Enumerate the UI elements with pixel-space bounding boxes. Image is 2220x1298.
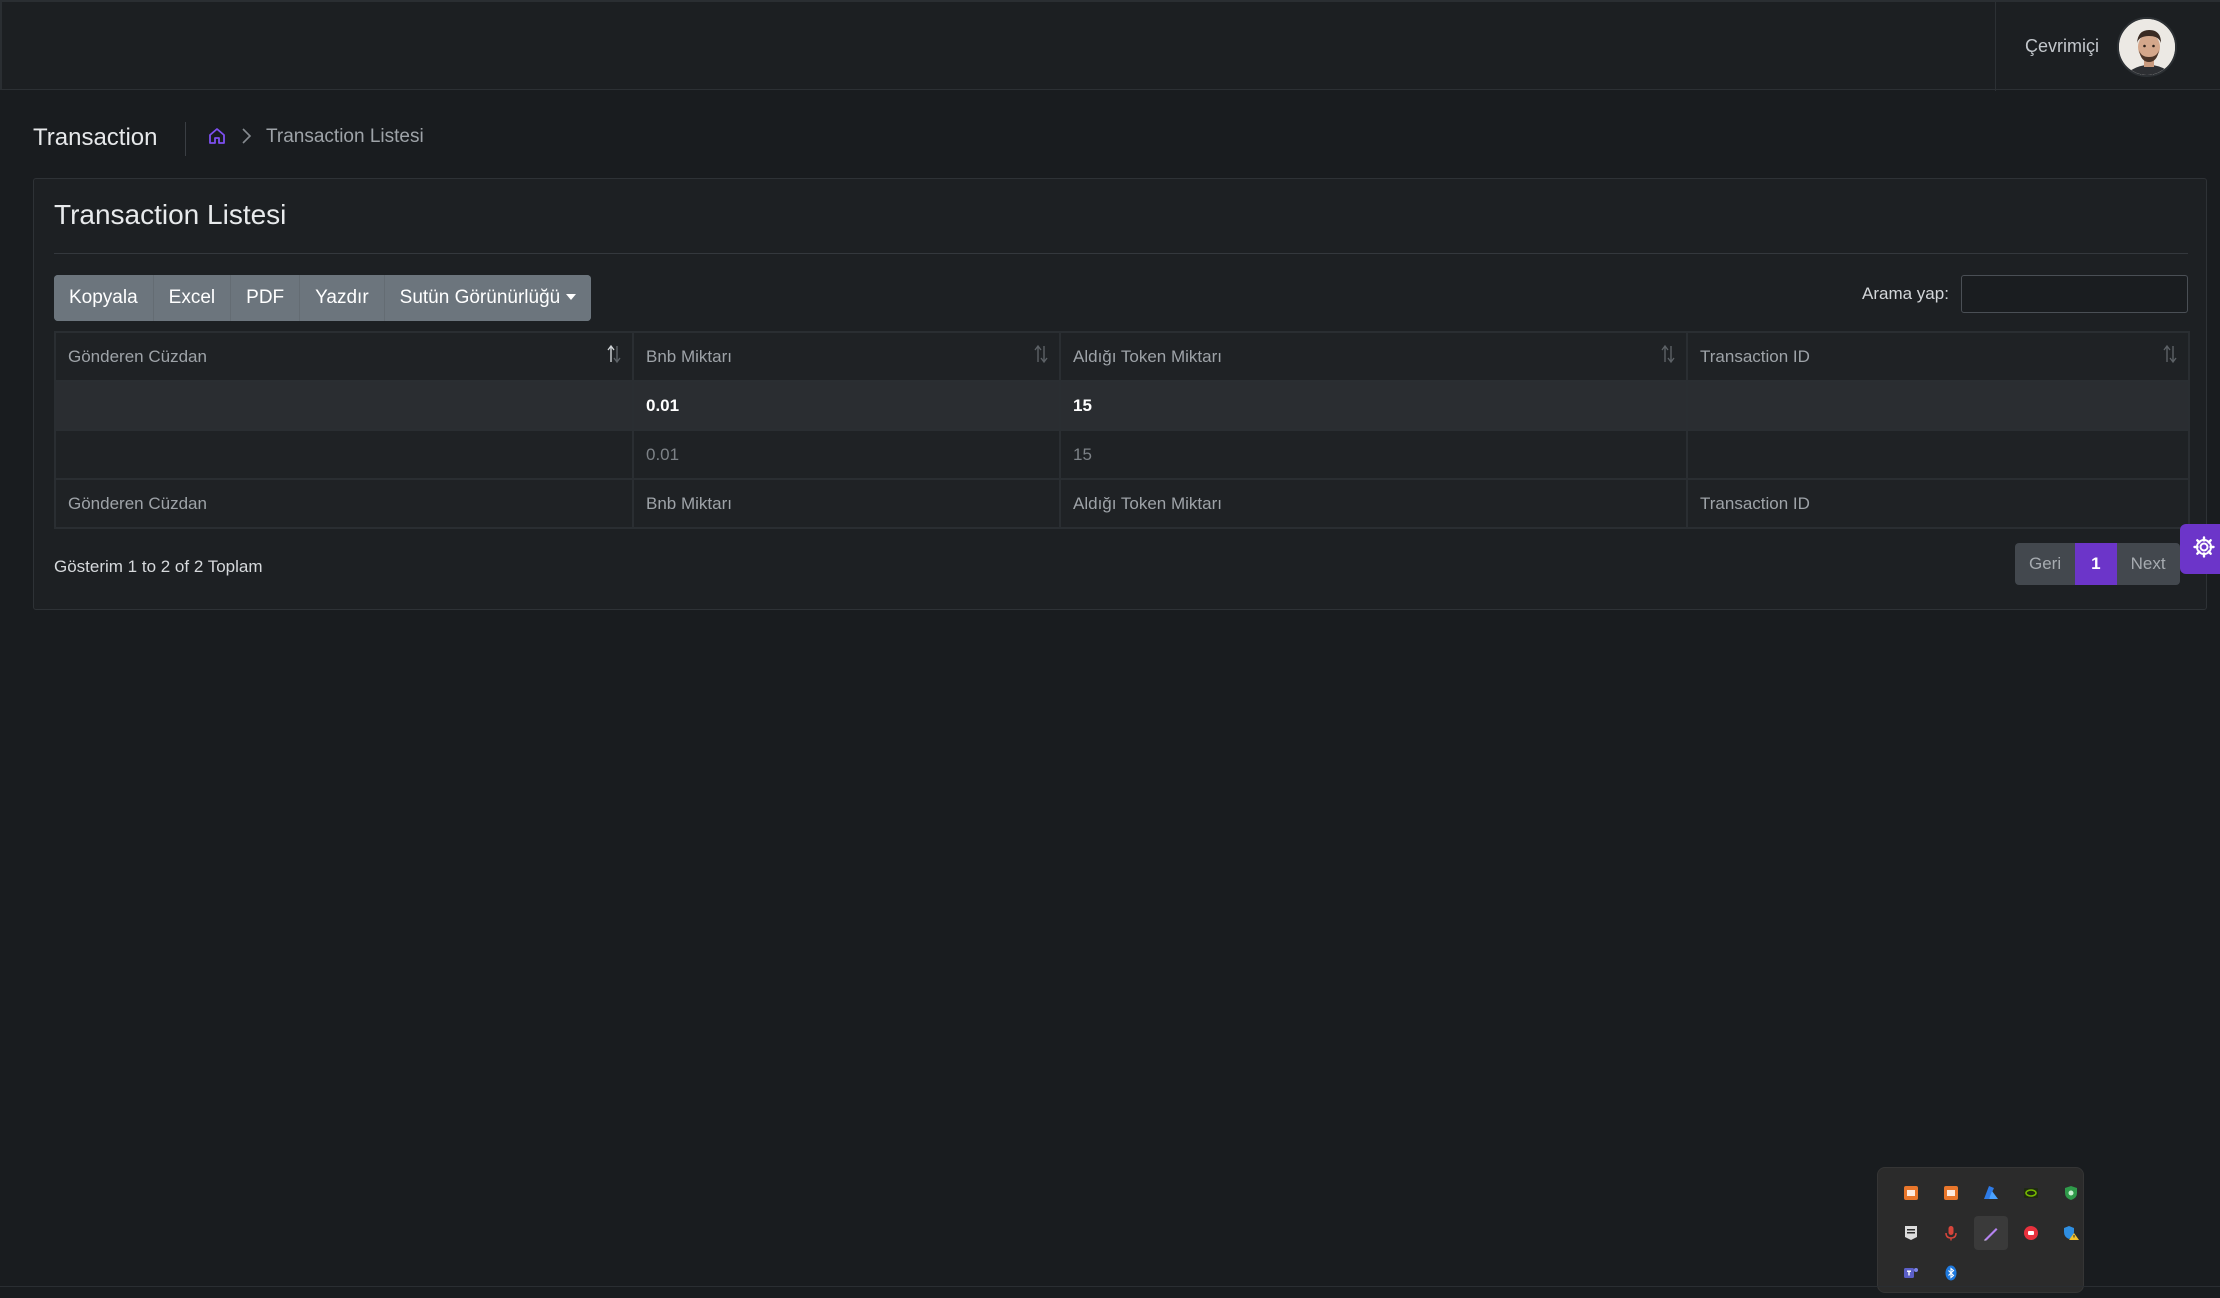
table-cell: [1688, 382, 2188, 429]
column-visibility-label: Sutün Görünürlüğü: [399, 287, 561, 308]
user-menu[interactable]: Çevrimiçi: [1995, 2, 2220, 91]
sort-icon: [606, 343, 622, 365]
sort-icon: [1660, 343, 1676, 365]
sort-icon: [2162, 343, 2178, 365]
table-info: Gösterim 1 to 2 of 2 Toplam: [54, 557, 263, 576]
epic-games-icon[interactable]: [1894, 1216, 1928, 1250]
search-input[interactable]: [1961, 275, 2188, 313]
column-header-label: Aldığı Token Miktarı: [1073, 346, 1222, 366]
nvidia-icon[interactable]: [2014, 1176, 2048, 1210]
teams-icon[interactable]: [1894, 1256, 1928, 1290]
defender-warning-icon[interactable]: [2054, 1216, 2088, 1250]
table-cell: 15: [1061, 382, 1686, 429]
table-row[interactable]: 0.01 15: [56, 382, 2188, 429]
mic-icon[interactable]: [1934, 1216, 1968, 1250]
column-header-label: Transaction ID: [1700, 346, 1810, 366]
copy-button[interactable]: Kopyala: [54, 275, 153, 321]
pagination-page-button[interactable]: 1: [2075, 543, 2117, 585]
column-header-transaction-id[interactable]: Transaction ID: [1688, 333, 2188, 380]
app-orange-icon-2[interactable]: [1934, 1176, 1968, 1210]
table-cell: 15: [1061, 431, 1686, 478]
home-icon[interactable]: [207, 126, 227, 146]
export-button-group: Kopyala Excel PDF Yazdır Sutün Görünürlü…: [54, 275, 592, 321]
avatar[interactable]: [2117, 17, 2177, 77]
record-icon[interactable]: [2014, 1216, 2048, 1250]
breadcrumb-current: Transaction Listesi: [266, 126, 424, 147]
gear-icon: [2192, 535, 2216, 564]
table-header-row: Gönderen Cüzdan Bnb Miktarı Aldığı Token…: [56, 333, 2188, 380]
table-cell: [56, 431, 632, 478]
table-cell: [1688, 431, 2188, 478]
breadcrumb-divider: [185, 122, 186, 156]
column-header-bnb-amount[interactable]: Bnb Miktarı: [634, 333, 1059, 380]
column-header-sender-wallet[interactable]: Gönderen Cüzdan: [56, 333, 632, 380]
pagination-next-button[interactable]: Next: [2116, 543, 2180, 585]
transaction-card: Transaction Listesi Kopyala Excel PDF Ya…: [33, 178, 2207, 610]
footer-token-amount: Aldığı Token Miktarı: [1061, 480, 1686, 527]
transaction-table: Gönderen Cüzdan Bnb Miktarı Aldığı Token…: [54, 331, 2190, 529]
pdf-button[interactable]: PDF: [230, 275, 300, 321]
print-button[interactable]: Yazdır: [299, 275, 384, 321]
user-status: Çevrimiçi: [2025, 36, 2099, 56]
azure-icon[interactable]: [1974, 1176, 2008, 1210]
column-header-label: Bnb Miktarı: [646, 346, 732, 366]
card-title: Transaction Listesi: [54, 199, 287, 230]
column-header-label: Gönderen Cüzdan: [68, 346, 207, 366]
pagination: Geri 1 Next: [2015, 543, 2180, 585]
column-header-token-amount[interactable]: Aldığı Token Miktarı: [1061, 333, 1686, 380]
excel-button[interactable]: Excel: [152, 275, 231, 321]
search-label: Arama yap:: [1862, 284, 1949, 303]
pagination-prev-button[interactable]: Geri: [2015, 543, 2076, 585]
bottom-border: [0, 1286, 2220, 1287]
table-row[interactable]: 0.01 15: [56, 431, 2188, 478]
security-shield-icon[interactable]: [2054, 1176, 2088, 1210]
column-visibility-dropdown[interactable]: Sutün Görünürlüğü: [383, 275, 592, 321]
sort-icon: [1033, 343, 1049, 365]
bluetooth-icon[interactable]: [1934, 1256, 1968, 1290]
table-footer-row: Gönderen Cüzdan Bnb Miktarı Aldığı Token…: [56, 480, 2188, 527]
page-title: Transaction: [33, 124, 158, 151]
footer-bnb-amount: Bnb Miktarı: [634, 480, 1059, 527]
table-cell: [56, 382, 632, 429]
card-divider: [54, 253, 2188, 254]
footer-transaction-id: Transaction ID: [1688, 480, 2188, 527]
table-cell: 0.01: [634, 382, 1059, 429]
caret-down-icon: [566, 294, 577, 300]
top-navbar: Çevrimiçi: [0, 0, 2220, 91]
system-tray-flyout: [1877, 1167, 2084, 1293]
footer-sender-wallet: Gönderen Cüzdan: [56, 480, 632, 527]
table-cell: 0.01: [634, 431, 1059, 478]
settings-toggle-button[interactable]: [2180, 524, 2220, 574]
chevron-right-icon: [240, 126, 254, 146]
app-orange-icon[interactable]: [1894, 1176, 1928, 1210]
pen-icon[interactable]: [1974, 1216, 2008, 1250]
